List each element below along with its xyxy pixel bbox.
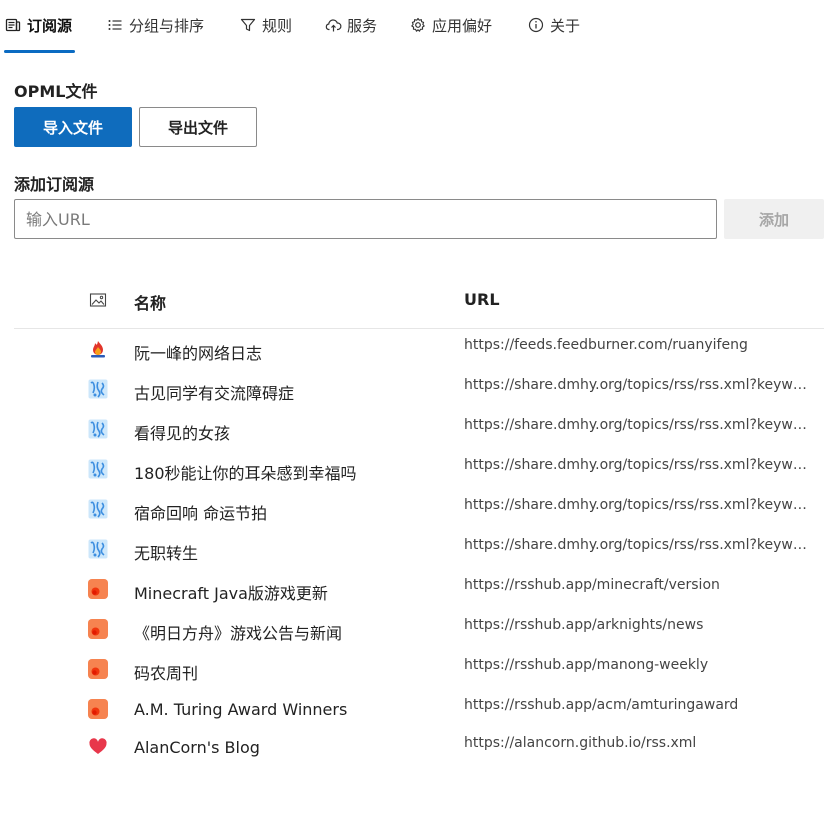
feed-name: Minecraft Java版游戏更新 [134, 584, 328, 603]
feed-name: 阮一峰的网络日志 [134, 344, 263, 363]
feed-name: A.M. Turing Award Winners [134, 700, 348, 719]
feed-name: 《明日方舟》游戏公告与新闻 [134, 624, 343, 643]
feed-name: 宿命回响 命运节拍 [134, 504, 268, 523]
tab-label: 订阅源 [27, 16, 73, 35]
table-row[interactable]: 《明日方舟》游戏公告与新闻 https://rsshub.app/arknight… [14, 609, 824, 649]
filter-icon [239, 16, 257, 34]
feed-url: https://share.dmhy.org/topics/rss/rss.xm… [464, 377, 814, 393]
tab-feeds[interactable]: 订阅源 [4, 13, 72, 37]
feed-name: 码农周刊 [134, 664, 199, 683]
feed-url: https://alancorn.github.io/rss.xml [464, 735, 697, 751]
gear-icon [409, 16, 427, 34]
dmhy-icon [88, 459, 108, 479]
feed-icon [4, 16, 22, 34]
dmhy-icon [88, 499, 108, 519]
tab-rules[interactable]: 规则 [239, 13, 292, 37]
table-row[interactable]: 看得见的女孩 https://share.dmhy.org/topics/rss/… [14, 409, 824, 449]
name-column-header[interactable]: 名称 [134, 290, 166, 314]
heart-icon [88, 737, 108, 757]
feed-name: 180秒能让你的耳朵感到幸福吗 [134, 464, 357, 483]
ruanyifeng-icon [88, 339, 108, 359]
tab-groups[interactable]: 分组与排序 [106, 13, 204, 37]
image-icon [89, 292, 107, 312]
table-row[interactable]: 古见同学有交流障碍症 https://share.dmhy.org/topics/… [14, 369, 824, 409]
url-column-header[interactable]: URL [464, 290, 500, 309]
feed-url: https://feeds.feedburner.com/ruanyifeng [464, 337, 748, 353]
feed-name: 看得见的女孩 [134, 424, 231, 443]
rsshub-icon [88, 579, 108, 599]
feed-url: https://share.dmhy.org/topics/rss/rss.xm… [464, 417, 814, 433]
add-button[interactable]: 添加 [724, 199, 824, 239]
feed-url: https://rsshub.app/minecraft/version [464, 577, 720, 593]
rsshub-icon [88, 619, 108, 639]
table-row[interactable]: Minecraft Java版游戏更新 https://rsshub.app/mi… [14, 569, 824, 609]
tab-about[interactable]: 关于 [527, 13, 580, 37]
import-file-button[interactable]: 导入文件 [14, 107, 132, 147]
table-row[interactable]: 阮一峰的网络日志 https://feeds.feedburner.com/rua… [14, 329, 824, 369]
feed-url: https://rsshub.app/manong-weekly [464, 657, 709, 673]
feeds-table-header: 名称 URL [14, 280, 824, 329]
dmhy-icon [88, 379, 108, 399]
tab-label: 分组与排序 [129, 16, 205, 35]
table-row[interactable]: 无职转生 https://share.dmhy.org/topics/rss/rs… [14, 529, 824, 569]
export-file-button[interactable]: 导出文件 [139, 107, 257, 147]
rsshub-icon [88, 659, 108, 679]
rsshub-icon [88, 699, 108, 719]
dmhy-icon [88, 419, 108, 439]
opml-section-title: OPML文件 [14, 82, 98, 101]
feed-name: 无职转生 [134, 544, 199, 563]
feed-name: 古见同学有交流障碍症 [134, 384, 295, 403]
settings-tabs: 订阅源 分组与排序 规则 服务 应用偏好 关于 [0, 0, 840, 54]
tab-services[interactable]: 服务 [324, 13, 377, 37]
table-row[interactable]: 宿命回响 命运节拍 https://share.dmhy.org/topics/r… [14, 489, 824, 529]
feed-url: https://share.dmhy.org/topics/rss/rss.xm… [464, 497, 814, 513]
cloud-sync-icon [324, 16, 342, 34]
tab-label: 规则 [262, 16, 293, 35]
feed-url: https://share.dmhy.org/topics/rss/rss.xm… [464, 457, 814, 473]
feed-url: https://rsshub.app/acm/amturingaward [464, 697, 739, 713]
table-row[interactable]: 180秒能让你的耳朵感到幸福吗 https://share.dmhy.org/to… [14, 449, 824, 489]
table-row[interactable]: 码农周刊 https://rsshub.app/manong-weekly [14, 649, 824, 689]
tab-label: 应用偏好 [432, 16, 493, 35]
info-icon [527, 16, 545, 34]
feed-name: AlanCorn's Blog [134, 738, 260, 757]
active-tab-indicator [4, 50, 75, 53]
list-icon [106, 16, 124, 34]
feed-url: https://rsshub.app/arknights/news [464, 617, 704, 633]
table-row[interactable]: A.M. Turing Award Winners https://rsshub.… [14, 689, 824, 729]
tab-label: 服务 [347, 16, 378, 35]
table-row[interactable]: AlanCorn's Blog https://alancorn.github.i… [14, 727, 824, 767]
url-input[interactable] [14, 199, 717, 239]
dmhy-icon [88, 539, 108, 559]
feed-url: https://share.dmhy.org/topics/rss/rss.xm… [464, 537, 814, 553]
add-feed-section-title: 添加订阅源 [14, 175, 95, 194]
tab-preferences[interactable]: 应用偏好 [409, 13, 492, 37]
tab-label: 关于 [550, 16, 581, 35]
